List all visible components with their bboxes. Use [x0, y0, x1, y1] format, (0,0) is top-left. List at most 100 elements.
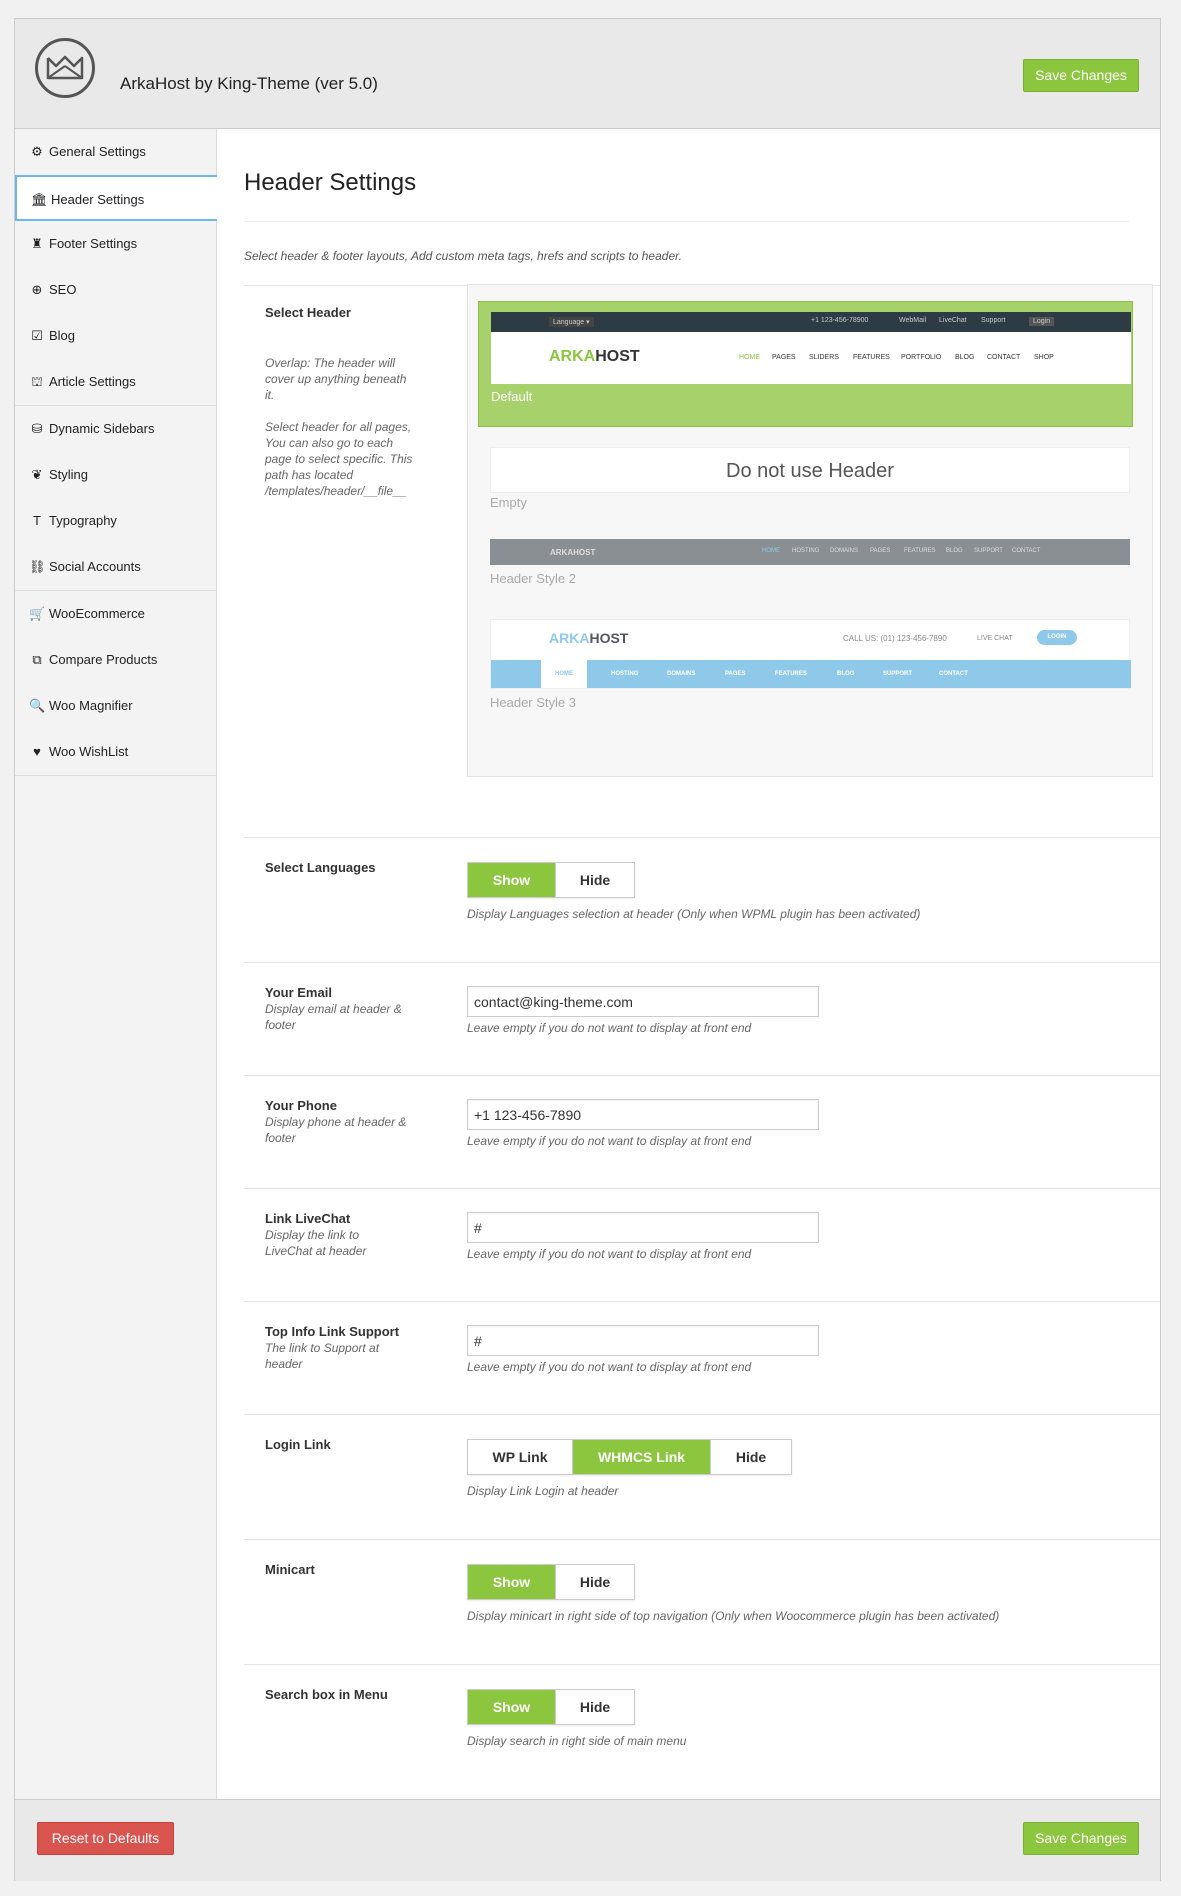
sidebar-item-general-settings[interactable]: ⚙ General Settings [15, 129, 216, 175]
preview-nav-item: SUPPORT [974, 548, 1003, 554]
login-whmcs-link-option[interactable]: WHMCS Link [573, 1440, 711, 1474]
login-hide-option[interactable]: Hide [711, 1440, 791, 1474]
languages-show-option[interactable]: Show [468, 863, 556, 897]
sidebar-item-woo-wishlist[interactable]: ♥ Woo WishList [15, 729, 216, 775]
phone-sublabel: Display phone at header & footer [265, 1115, 407, 1145]
sidebar-item-label: Blog [49, 328, 76, 343]
sidebar: ⚙ General Settings 🏛 Header Settings ♜ F… [15, 129, 219, 1799]
preview-login: Login [1029, 317, 1055, 326]
preview-nav-item: HOME [762, 548, 780, 554]
sidebar-item-blog[interactable]: ☑ Blog [15, 313, 216, 359]
header-preview-empty: Do not use Header [490, 447, 1130, 493]
preview-brand: ARKAHOST [549, 348, 640, 366]
bank-icon: 🏛 [31, 192, 48, 207]
preview-nav-item: PAGES [870, 548, 891, 554]
search-box-hide-option[interactable]: Hide [556, 1690, 634, 1724]
sidebar-item-wooecommerce[interactable]: 🛒 WooEcommerce [15, 591, 216, 637]
sidebar-item-label: Woo Magnifier [49, 698, 133, 713]
minicart-label: Minicart [265, 1562, 315, 1577]
preview-support: Support [981, 317, 1006, 324]
footer-icon: ♜ [31, 236, 43, 251]
livechat-help: Leave empty if you do not want to displa… [467, 1247, 752, 1261]
preview-nav-item: HOSTING [792, 548, 820, 554]
preview-nav-item: DOMAINS [830, 548, 859, 554]
preview-nav-item: BLOG [946, 548, 963, 554]
preview-nav-item: FEATURES [853, 354, 890, 361]
languages-hide-option[interactable]: Hide [556, 863, 634, 897]
sidebar-item-label: Woo WishList [49, 744, 129, 759]
header-option-label: Header Style 3 [490, 695, 576, 710]
preview-webmail: WebMail [899, 317, 927, 324]
login-wp-link-option[interactable]: WP Link [468, 1440, 573, 1474]
header-option-default[interactable]: Language ▾ +1 123-456-78900 WebMail Live… [478, 301, 1133, 427]
sidebar-item-woo-magnifier[interactable]: 🔍 Woo Magnifier [15, 683, 216, 729]
login-link-label: Login Link [265, 1437, 331, 1452]
preview-brand: ARKAHOST [550, 548, 595, 557]
header-option-style-2[interactable]: ARKAHOST HOME HOSTING DOMAINS PAGES FEAT… [478, 529, 1133, 599]
search-plus-icon: ⊕ [31, 282, 43, 297]
sidebar-item-styling[interactable]: ❦ Styling [15, 452, 216, 498]
sidebar-item-social-accounts[interactable]: ⛓ Social Accounts [15, 544, 216, 590]
sidebar-item-header-settings[interactable]: 🏛 Header Settings [15, 175, 219, 221]
crown-logo-icon [35, 38, 95, 98]
minicart-hide-option[interactable]: Hide [556, 1565, 634, 1599]
search-box-help: Display search in right side of main men… [467, 1734, 687, 1748]
header-option-empty[interactable]: Do not use Header Empty [478, 437, 1133, 515]
sidebar-item-label: Styling [49, 467, 89, 482]
preview-nav-bar: HOME HOSTING DOMAINS PAGES FEATURES BLOG… [491, 660, 1131, 688]
sidebar-item-footer-settings[interactable]: ♜ Footer Settings [15, 221, 216, 267]
phone-field[interactable] [467, 1099, 819, 1130]
sidebar-group: ⛁ Dynamic Sidebars ❦ Styling T Typograph… [15, 406, 216, 591]
divider [244, 1075, 1160, 1076]
save-changes-button-top[interactable]: Save Changes [1023, 59, 1139, 92]
search-box-toggle: Show Hide [467, 1689, 635, 1725]
header-preview-style-3: ARKAHOST CALL US: (01) 123-456-7890 LIVE… [490, 619, 1131, 689]
sidebar-item-dynamic-sidebars[interactable]: ⛁ Dynamic Sidebars [15, 406, 216, 452]
phone-label: Your Phone [265, 1098, 337, 1113]
email-help: Leave empty if you do not want to displa… [467, 1021, 752, 1035]
support-help: Leave empty if you do not want to displa… [467, 1360, 752, 1374]
link-icon: ⛓ [29, 559, 46, 574]
preview-nav-item: FEATURES [775, 671, 807, 677]
minicart-show-option[interactable]: Show [468, 1565, 556, 1599]
search-box-label: Search box in Menu [265, 1687, 388, 1702]
preview-login: LOGIN [1037, 630, 1077, 645]
preview-nav-item: PAGES [772, 354, 796, 361]
top-bar: ArkaHost by King-Theme (ver 5.0) Save Ch… [15, 19, 1160, 129]
page-description: Select header & footer layouts, Add cust… [244, 249, 683, 263]
sidebar-item-article-settings[interactable]: ⛫ Article Settings [15, 359, 216, 405]
livechat-sublabel: Display the link to LiveChat at header [265, 1228, 367, 1258]
preview-nav-item: BLOG [837, 671, 855, 677]
preview-nav-item: SHOP [1034, 354, 1054, 361]
livechat-link-field[interactable] [467, 1212, 819, 1243]
page-title: Header Settings [244, 169, 417, 196]
sidebar-item-seo[interactable]: ⊕ SEO [15, 267, 216, 313]
preview-nav-item: CONTACT [939, 671, 968, 677]
email-sublabel: Display email at header & footer [265, 1002, 402, 1032]
save-changes-button-bottom[interactable]: Save Changes [1023, 1822, 1139, 1855]
paw-icon: ❦ [31, 467, 43, 482]
select-header-label: Select Header [265, 305, 351, 320]
checkbox-icon: ☑ [31, 328, 43, 343]
sidebar-item-label: Article Settings [49, 374, 136, 389]
divider [244, 1188, 1160, 1189]
sidebar-item-typography[interactable]: T Typography [15, 498, 216, 544]
email-field[interactable] [467, 986, 819, 1017]
login-link-help: Display Link Login at header [467, 1484, 619, 1498]
support-sublabel: The link to Support at header [265, 1341, 380, 1371]
sidebar-item-label: Header Settings [51, 192, 145, 207]
header-option-style-3[interactable]: ARKAHOST CALL US: (01) 123-456-7890 LIVE… [478, 609, 1133, 729]
select-header-note-path: Select header for all pages, You can als… [265, 420, 413, 498]
preview-language: Language ▾ [549, 317, 594, 327]
search-box-show-option[interactable]: Show [468, 1690, 556, 1724]
preview-brand-b: HOST [573, 548, 596, 557]
sidebar-item-label: Social Accounts [49, 559, 141, 574]
sidebar-group: ⚙ General Settings 🏛 Header Settings ♜ F… [15, 129, 219, 406]
sidebar-item-label: WooEcommerce [49, 606, 145, 621]
sidebar-item-compare-products[interactable]: ⧉ Compare Products [15, 637, 216, 683]
divider [244, 837, 1160, 838]
preview-nav-item: HOME [541, 660, 587, 688]
support-link-field[interactable] [467, 1325, 819, 1356]
reset-to-defaults-button[interactable]: Reset to Defaults [37, 1822, 174, 1855]
divider [244, 962, 1160, 963]
